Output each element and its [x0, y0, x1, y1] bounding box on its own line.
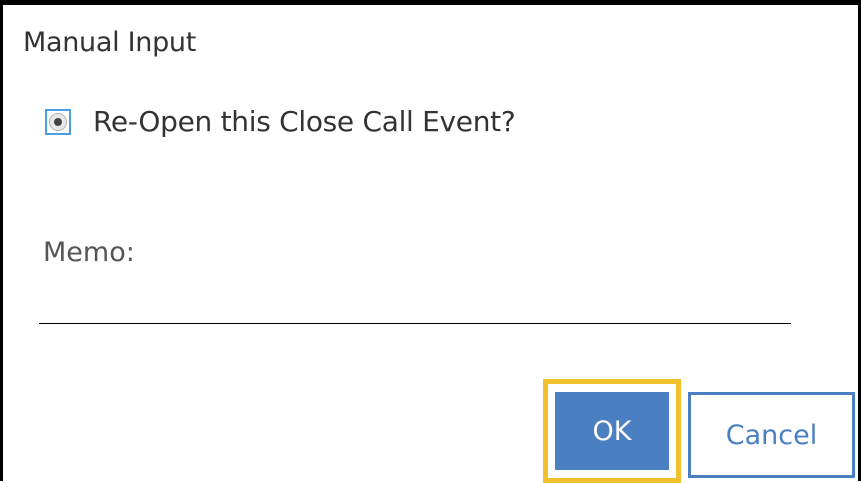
dialog-title: Manual Input: [23, 27, 197, 58]
reopen-option[interactable]: Re-Open this Close Call Event?: [45, 105, 516, 138]
reopen-radio-button[interactable]: [45, 108, 71, 135]
reopen-option-label: Re-Open this Close Call Event?: [93, 105, 516, 138]
cancel-button[interactable]: Cancel: [688, 392, 855, 478]
manual-input-dialog: Manual Input Re-Open this Close Call Eve…: [0, 0, 861, 483]
memo-input[interactable]: [39, 323, 791, 324]
radio-circle-icon: [49, 112, 67, 131]
memo-label: Memo:: [43, 237, 135, 268]
ok-button[interactable]: OK: [555, 392, 669, 470]
radio-selected-dot-icon: [54, 117, 62, 126]
ok-button-focus-ring: OK: [543, 379, 681, 483]
